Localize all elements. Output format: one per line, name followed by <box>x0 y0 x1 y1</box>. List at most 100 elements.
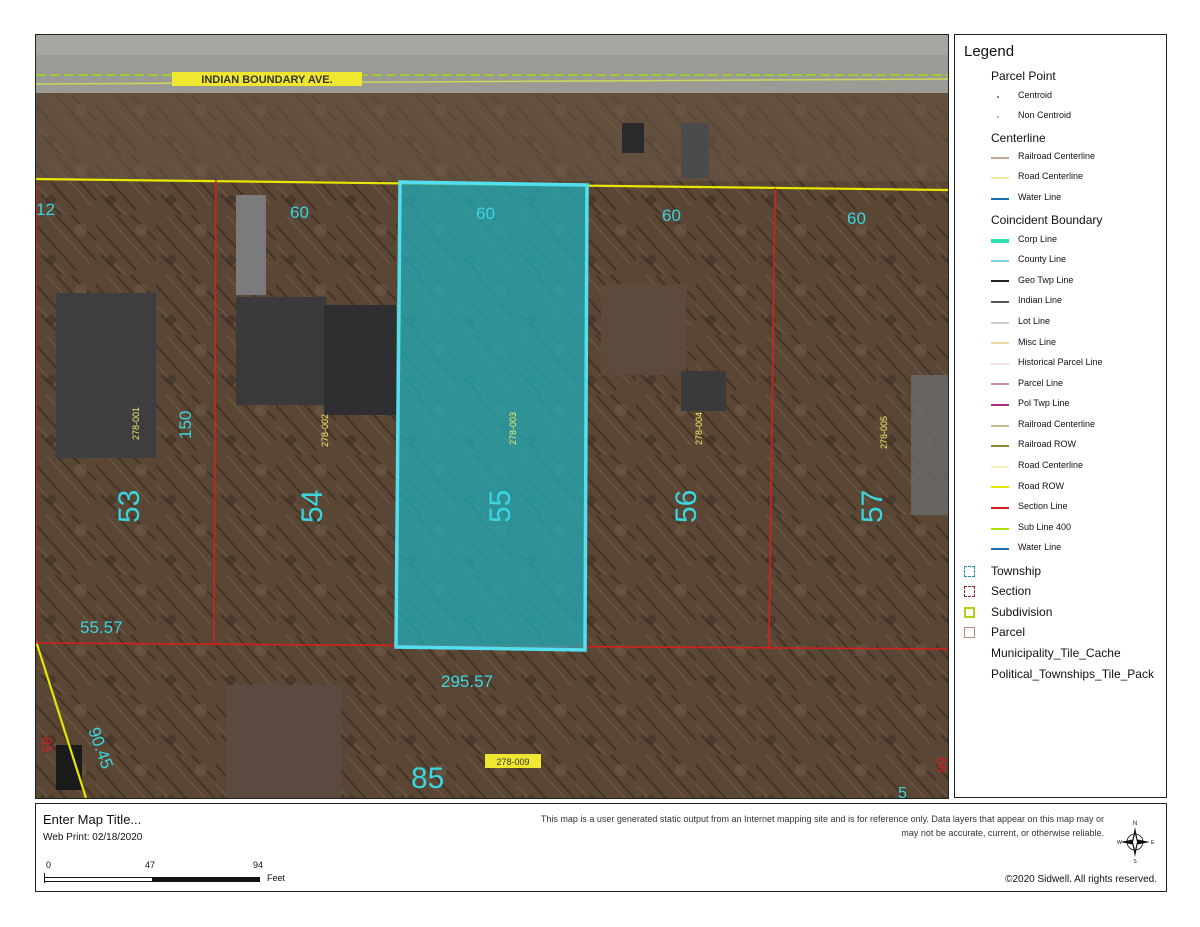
legend-layer: Parcel <box>991 625 1026 639</box>
legend-layer: Township <box>991 564 1042 578</box>
house-roof <box>226 685 341 798</box>
legend-group-header: Parcel Point <box>991 69 1056 83</box>
house-roof <box>236 297 326 405</box>
corp-line-symbol <box>991 239 1009 243</box>
legend-item: Indian Line <box>1018 295 1063 305</box>
non-centroid-symbol <box>997 116 999 118</box>
dimension-label: 295.57 <box>441 672 493 691</box>
dimension-label: 55.57 <box>80 618 123 637</box>
legend-item: Sub Line 400 <box>1018 522 1072 532</box>
legend-item: Railroad Centerline <box>1018 151 1096 161</box>
selected-parcel[interactable] <box>394 180 589 652</box>
lot-number: 54 <box>296 490 329 523</box>
legend-panel: Legend Parcel Point Centroid Non Centroi… <box>954 34 1167 798</box>
legend-item: Road ROW <box>1018 481 1065 491</box>
road-centerline-symbol <box>991 466 1009 468</box>
house-roof <box>56 293 156 458</box>
parcel-id-label: 278-005 <box>879 416 889 449</box>
legend-item: Section Line <box>1018 501 1068 511</box>
scale-segment <box>153 877 260 882</box>
legend-group-header: Coincident Boundary <box>991 213 1103 227</box>
web-print-date: Web Print: 02/18/2020 <box>43 832 143 843</box>
aerial-map: INDIAN BOUNDARY AVE. 12 60 60 60 60 150 … <box>36 35 948 798</box>
historical-parcel-line-symbol <box>991 363 1009 365</box>
frontage-label: 60 <box>290 203 309 222</box>
scale-tick-label: 94 <box>253 860 264 870</box>
road-centerline-symbol <box>991 177 1009 179</box>
geo-twp-line-symbol <box>991 280 1009 282</box>
driveway <box>236 195 266 295</box>
edge-label: 68 <box>934 757 948 773</box>
scale-bar: 0 47 94 Feet <box>40 860 285 886</box>
pol-twp-line-symbol <box>991 404 1009 406</box>
legend-item: Corp Line <box>1018 234 1058 244</box>
parcel-symbol <box>964 627 975 638</box>
scale-tick-label: 0 <box>46 860 52 870</box>
edge-label: 5 <box>898 785 907 798</box>
svg-text:N: N <box>1133 821 1137 827</box>
legend-item: Water Line <box>1018 192 1062 202</box>
disclaimer-text: This map is a user generated static outp… <box>540 814 1104 838</box>
parcel-id-label: 278-009 <box>496 757 529 767</box>
legend-item: Lot Line <box>1018 316 1051 326</box>
house-roof <box>601 285 686 375</box>
legend-item: Water Line <box>1018 542 1062 552</box>
legend-layer: Political_Townships_Tile_Pack <box>991 667 1154 681</box>
parcel-id-label: 278-003 <box>508 412 518 445</box>
indian-line-symbol <box>991 301 1009 303</box>
north-arrow-icon: N W E S <box>1114 818 1156 865</box>
parcel-id-label: 278-002 <box>320 414 330 447</box>
parcel-id-label: 278-001 <box>131 407 141 440</box>
legend-item: Centroid <box>1018 90 1053 100</box>
svg-text:W: W <box>1117 840 1122 846</box>
legend-item: Railroad ROW <box>1018 439 1077 449</box>
map-footer: Enter Map Title... Web Print: 02/18/2020… <box>35 803 1167 892</box>
lot-number: 56 <box>670 490 703 523</box>
section-symbol <box>964 586 975 597</box>
legend-item: Pol Twp Line <box>1018 398 1070 408</box>
svg-text:E: E <box>1151 840 1155 846</box>
lot-number: 85 <box>411 762 444 795</box>
parcel-line-symbol <box>991 383 1009 385</box>
street-name-label: INDIAN BOUNDARY AVE. <box>201 74 332 86</box>
depth-label: 150 <box>176 411 195 439</box>
shed-roof <box>622 123 644 153</box>
sub-line-400-symbol <box>991 528 1009 530</box>
edge-label: 85 <box>39 737 55 753</box>
legend-layer: Section <box>991 584 1032 598</box>
water-line-symbol <box>991 198 1009 200</box>
legend-item: County Line <box>1018 254 1067 264</box>
copyright-text: ©2020 Sidwell. All rights reserved. <box>1005 874 1157 885</box>
frontage-label: 60 <box>662 206 681 225</box>
map-view[interactable]: INDIAN BOUNDARY AVE. 12 60 60 60 60 150 … <box>35 34 949 799</box>
scale-tick-label: 47 <box>145 860 156 870</box>
water-line-symbol <box>991 548 1009 550</box>
lot-line-symbol <box>991 322 1009 324</box>
frontage-label: 60 <box>476 204 495 223</box>
centroid-symbol <box>997 96 999 98</box>
legend-item: Geo Twp Line <box>1018 275 1074 285</box>
house-roof <box>324 305 396 415</box>
subdivision-symbol <box>964 607 975 618</box>
frontage-label: 12 <box>36 200 55 219</box>
legend-item: Historical Parcel Line <box>1018 357 1103 367</box>
section-line-symbol <box>991 507 1009 509</box>
scale-segment <box>44 877 153 882</box>
map-title[interactable]: Enter Map Title... <box>43 812 141 827</box>
legend-layer: Municipality_Tile_Cache <box>991 646 1121 660</box>
legend-title: Legend <box>964 43 1015 60</box>
shed-roof <box>681 123 709 178</box>
misc-line-symbol <box>991 342 1009 344</box>
railroad-row-symbol <box>991 445 1009 447</box>
scale-unit: Feet <box>267 873 286 883</box>
lot-number: 53 <box>113 490 146 523</box>
railroad-centerline-symbol <box>991 425 1009 427</box>
legend-item: Parcel Line <box>1018 378 1064 388</box>
legend-item: Misc Line <box>1018 337 1057 347</box>
lot-number: 55 <box>484 490 517 523</box>
house-roof <box>681 371 726 411</box>
legend-item: Road Centerline <box>1018 460 1084 470</box>
road-row-symbol <box>991 486 1009 488</box>
lot-number: 57 <box>856 490 889 523</box>
legend-layer: Subdivision <box>991 605 1053 619</box>
